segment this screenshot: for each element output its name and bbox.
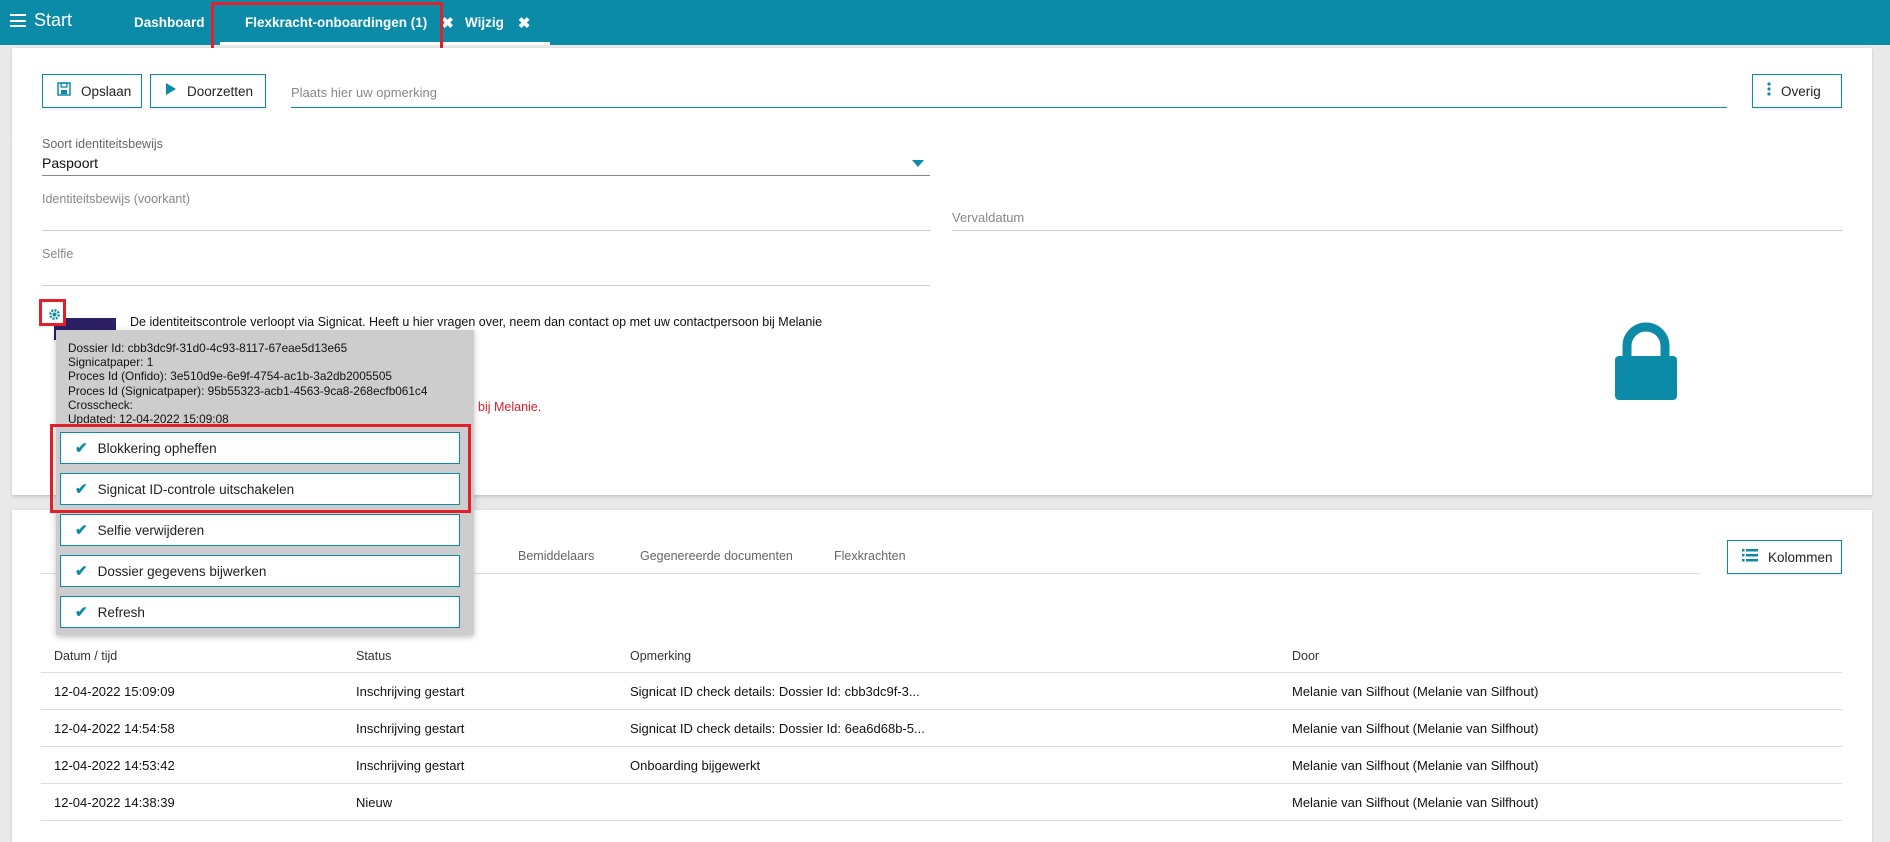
forward-button[interactable]: Doorzetten (150, 74, 266, 108)
check-icon: ✔ (75, 604, 88, 621)
date-cell: 12-04-2022 14:54:58 (54, 720, 175, 736)
status-cell: Inschrijving gestart (356, 683, 465, 699)
top-bar: Start Dashboard Flexkracht-onboardingen … (0, 0, 1890, 45)
play-icon (165, 82, 177, 100)
author-cell: Melanie van Silfhout (Melanie van Silfho… (1292, 720, 1539, 736)
status-cell: Inschrijving gestart (356, 757, 465, 773)
more-button[interactable]: Overig (1752, 74, 1842, 108)
author-cell: Melanie van Silfhout (Melanie van Silfho… (1292, 757, 1539, 773)
lock-icon (1615, 322, 1677, 400)
dossier-details: Dossier Id: cbb3dc9f-31d0-4c93-8117-67ea… (68, 341, 427, 426)
crosscheck-line: Crosscheck: (68, 397, 133, 412)
update-dossier-button[interactable]: ✔ Dossier gegevens bijwerken (60, 555, 460, 587)
divider (42, 285, 930, 286)
action-label: Blokkering opheffen (97, 440, 217, 456)
tab-label: Flexkracht-onboardingen (1) (245, 15, 428, 30)
main-menu-button[interactable]: Start (10, 10, 72, 31)
warning-text: bij Melanie. (478, 400, 542, 414)
remark-cell: Signicat ID check details: Dossier Id: c… (630, 683, 920, 699)
process-id-onfido-line: Proces Id (Onfido): 3e510d9e-6e9f-4754-a… (68, 369, 392, 384)
columns-label: Kolommen (1768, 549, 1833, 565)
refresh-button[interactable]: ✔ Refresh (60, 596, 460, 628)
date-cell: 12-04-2022 15:09:09 (54, 683, 175, 699)
dossier-id-line: Dossier Id: cbb3dc9f-31d0-4c93-8117-67ea… (68, 341, 348, 355)
id-type-label: Soort identiteitsbewijs (42, 137, 163, 151)
action-label: Signicat ID-controle uitschakelen (97, 481, 295, 497)
chevron-down-icon[interactable] (912, 160, 924, 167)
remark-input[interactable] (291, 80, 1727, 108)
divider (952, 230, 1842, 231)
column-header[interactable]: Opmerking (630, 640, 691, 672)
menu-label: Start (34, 10, 73, 30)
more-label: Overig (1781, 83, 1821, 99)
table-row[interactable]: 12-04-2022 15:09:09 Inschrijving gestart… (41, 673, 1842, 710)
save-label: Opslaan (81, 83, 132, 99)
tab-flexkracht-onboardingen[interactable]: Flexkracht-onboardingen (1) ✖ (220, 0, 462, 45)
forward-label: Doorzetten (187, 83, 254, 99)
signicatpaper-line: Signicatpaper: 1 (68, 355, 154, 370)
remark-cell: Onboarding bijgewerkt (630, 757, 761, 773)
selfie-label: Selfie (42, 247, 74, 261)
close-icon[interactable]: ✖ (518, 14, 531, 32)
history-table: Datum / tijd Status Opmerking Door 12-04… (41, 640, 1842, 821)
gear-icon[interactable] (44, 304, 64, 324)
tab-label: Wijzig (465, 15, 504, 30)
tab-label: Dashboard (134, 15, 205, 30)
signicat-info-text: De identiteitscontrole verloopt via Sign… (130, 315, 823, 329)
more-vertical-icon (1767, 82, 1771, 100)
date-cell: 12-04-2022 14:53:42 (54, 757, 175, 773)
list-icon (1742, 548, 1758, 566)
author-cell: Melanie van Silfhout (Melanie van Silfho… (1292, 794, 1539, 810)
hamburger-icon (10, 14, 26, 27)
status-cell: Inschrijving gestart (356, 720, 465, 736)
remark-cell: Signicat ID check details: Dossier Id: 6… (630, 720, 925, 736)
check-icon: ✔ (75, 440, 88, 457)
delete-selfie-button[interactable]: ✔ Selfie verwijderen (60, 514, 460, 546)
updated-line: Updated: 12-04-2022 15:09:08 (68, 412, 229, 427)
tab-dashboard[interactable]: Dashboard (134, 0, 205, 45)
date-cell: 12-04-2022 14:38:39 (54, 794, 175, 810)
tab-bemiddelaars[interactable]: Bemiddelaars (518, 549, 594, 563)
tab-wijzig[interactable]: Wijzig ✖ (454, 0, 552, 45)
table-row[interactable]: 12-04-2022 14:38:39 Nieuw Melanie van Si… (41, 784, 1842, 821)
table-row[interactable]: 12-04-2022 14:53:42 Inschrijving gestart… (41, 747, 1842, 784)
action-label: Selfie verwijderen (97, 522, 205, 538)
check-icon: ✔ (75, 522, 88, 539)
column-header[interactable]: Datum / tijd (54, 640, 117, 672)
process-id-signicatpaper-line: Proces Id (Signicatpaper): 95b55323-acb1… (68, 383, 428, 398)
remove-block-button[interactable]: ✔ Blokkering opheffen (60, 432, 460, 464)
id-front-label: Identiteitsbewijs (voorkant) (42, 192, 190, 206)
id-type-select[interactable]: Paspoort (42, 155, 98, 171)
table-header-row: Datum / tijd Status Opmerking Door (41, 640, 1842, 673)
table-row[interactable]: 12-04-2022 14:54:58 Inschrijving gestart… (41, 710, 1842, 747)
save-icon (57, 82, 71, 100)
save-button[interactable]: Opslaan (42, 74, 142, 108)
author-cell: Melanie van Silfhout (Melanie van Silfho… (1292, 683, 1539, 699)
column-header[interactable]: Door (1292, 640, 1319, 672)
divider (42, 175, 930, 176)
tab-gegenereerde-documenten[interactable]: Gegenereerde documenten (640, 549, 793, 563)
divider (42, 230, 930, 231)
action-label: Refresh (97, 604, 145, 620)
check-icon: ✔ (75, 563, 88, 580)
action-label: Dossier gegevens bijwerken (97, 563, 267, 579)
signicat-actions-popup: Dossier Id: cbb3dc9f-31d0-4c93-8117-67ea… (56, 330, 474, 635)
disable-signicat-check-button[interactable]: ✔ Signicat ID-controle uitschakelen (60, 473, 460, 505)
column-header[interactable]: Status (356, 640, 391, 672)
tab-flexkrachten[interactable]: Flexkrachten (834, 549, 906, 563)
check-icon: ✔ (75, 481, 88, 498)
close-icon[interactable]: ✖ (441, 14, 454, 32)
expiry-label: Vervaldatum (952, 210, 1025, 225)
columns-button[interactable]: Kolommen (1727, 540, 1842, 574)
status-cell: Nieuw (356, 794, 393, 810)
